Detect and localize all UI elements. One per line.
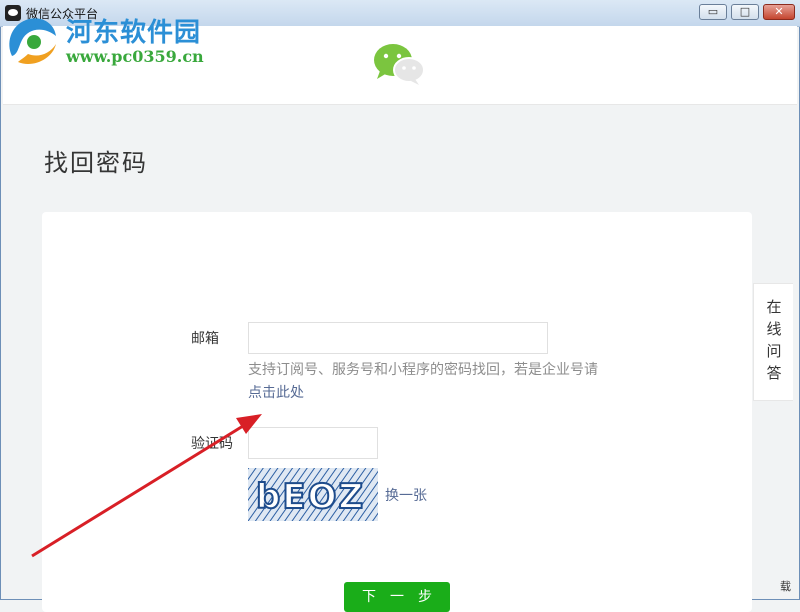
click-here-link[interactable]: 点击此处 xyxy=(248,382,608,405)
email-input[interactable] xyxy=(248,322,548,354)
close-button[interactable]: ✕ xyxy=(763,4,795,20)
online-qa-button[interactable]: 在线问答 xyxy=(753,283,793,401)
minimize-button[interactable]: ▭ xyxy=(699,4,727,20)
email-label: 邮箱 xyxy=(191,331,219,347)
minimize-icon: ▭ xyxy=(707,5,719,18)
page-title: 找回密码 xyxy=(44,149,148,177)
watermark-url: www.pc0359.cn xyxy=(66,47,204,66)
form-card xyxy=(42,212,752,612)
captcha-image[interactable]: bEOZ xyxy=(248,468,378,521)
captcha-text: bEOZ xyxy=(256,477,365,517)
captcha-label: 验证码 xyxy=(191,436,233,452)
watermark: 河东软件园 www.pc0359.cn xyxy=(4,10,214,70)
email-hint-text: 支持订阅号、服务号和小程序的密码找回，若是企业号请 xyxy=(248,362,598,378)
watermark-logo-icon xyxy=(9,18,56,64)
corner-text: 载 xyxy=(780,580,791,593)
wechat-logo-icon xyxy=(374,44,425,85)
watermark-title: 河东软件园 xyxy=(66,18,202,48)
maximize-icon: □ xyxy=(739,5,751,18)
captcha-input[interactable] xyxy=(248,427,378,459)
online-qa-label: 在线问答 xyxy=(766,298,782,382)
email-hint: 支持订阅号、服务号和小程序的密码找回，若是企业号请 点击此处 xyxy=(248,359,608,405)
next-button[interactable]: 下一步 xyxy=(344,582,450,612)
captcha-graphic: bEOZ xyxy=(248,468,378,521)
refresh-captcha-link[interactable]: 换一张 xyxy=(385,485,427,505)
maximize-button[interactable]: □ xyxy=(731,4,759,20)
close-icon: ✕ xyxy=(774,5,784,18)
